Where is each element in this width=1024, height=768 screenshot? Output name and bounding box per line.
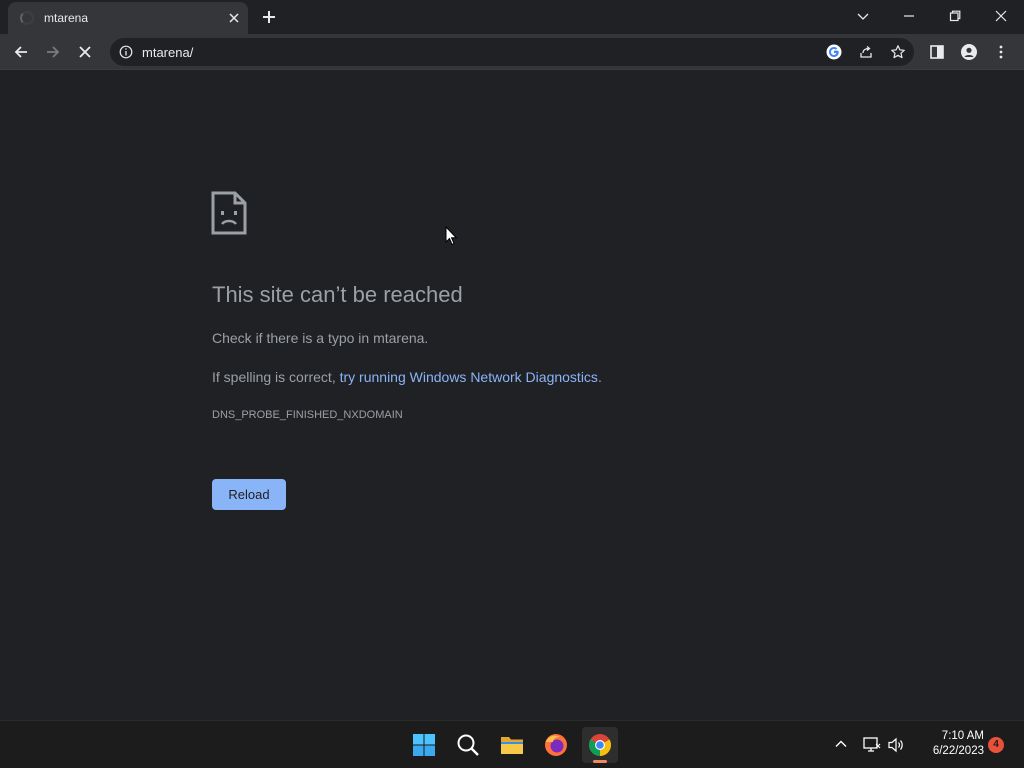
error-page: This site can’t be reached Check if ther… [0,71,1024,720]
address-bar[interactable]: mtarena/ [110,38,914,66]
stop-loading-button[interactable] [70,37,100,67]
share-icon[interactable] [858,44,874,60]
bookmark-star-icon[interactable] [890,44,906,60]
network-icon[interactable] [863,737,881,758]
back-button[interactable] [6,37,36,67]
restore-button[interactable] [932,0,978,34]
show-hidden-icons-chevron-icon[interactable] [834,737,848,756]
google-lens-icon[interactable] [826,44,842,60]
clock-time: 7:10 AM [941,730,984,742]
error-diagnostics-hint: If spelling is correct, try running Wind… [212,369,602,385]
diagnostics-suffix: . [597,369,602,385]
kebab-menu-icon[interactable] [986,37,1016,67]
active-app-indicator [593,760,607,763]
windows-taskbar: 7:10 AM 6/22/2023 4 [0,720,1024,768]
search-icon[interactable] [450,727,486,763]
clock-date: 6/22/2023 [932,745,984,757]
side-panel-icon[interactable] [922,37,952,67]
browser-tab[interactable]: mtarena [8,2,248,34]
address-text[interactable]: mtarena/ [142,45,193,60]
title-bar: mtarena [0,0,1024,34]
error-typo-hint: Check if there is a typo in mtarena. [212,330,429,346]
close-window-button[interactable] [978,0,1024,34]
tab-title: mtarena [44,11,89,25]
system-clock[interactable]: 7:10 AM 6/22/2023 [914,729,984,759]
network-diagnostics-link[interactable]: try running Windows Network Diagnostics [340,369,598,385]
browser-toolbar: mtarena/ [0,34,1024,70]
minimize-button[interactable] [886,0,932,34]
file-explorer-icon[interactable] [494,727,530,763]
notification-badge[interactable]: 4 [988,737,1004,753]
site-info-icon[interactable] [119,45,133,64]
sad-page-icon [211,191,247,240]
loading-spinner-icon [20,11,34,25]
windows-start-icon[interactable] [406,727,442,763]
reload-button[interactable]: Reload [212,479,286,510]
mouse-cursor-icon [445,225,458,251]
tab-search-chevron-icon[interactable] [840,0,886,34]
chrome-icon[interactable] [582,727,618,763]
profile-avatar-icon[interactable] [954,37,984,67]
error-title: This site can’t be reached [212,282,463,307]
firefox-icon[interactable] [538,727,574,763]
tab-close-icon[interactable] [226,10,242,26]
new-tab-button[interactable] [258,6,280,28]
diagnostics-prefix: If spelling is correct, [212,369,340,385]
error-code: DNS_PROBE_FINISHED_NXDOMAIN [212,409,403,421]
volume-icon[interactable] [887,737,905,758]
forward-button[interactable] [38,37,68,67]
